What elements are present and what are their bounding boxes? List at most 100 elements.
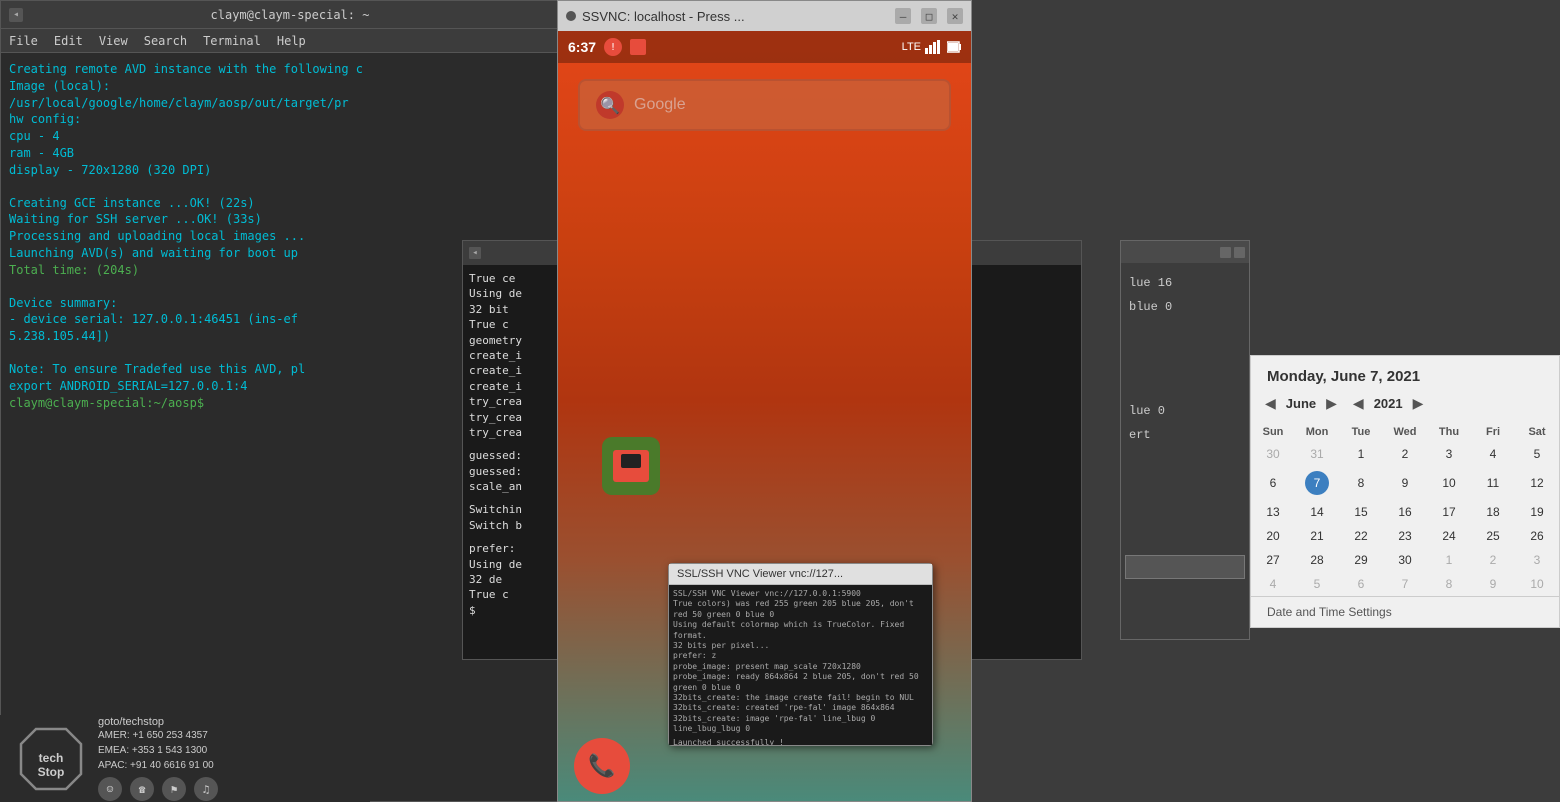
signal-icon xyxy=(925,40,943,54)
cal-day-13[interactable]: 13 xyxy=(1251,500,1295,524)
cal-day-30-prev[interactable]: 30 xyxy=(1251,442,1295,466)
menu-terminal[interactable]: Terminal xyxy=(203,34,261,48)
calendar-year-label: 2021 xyxy=(1374,396,1403,411)
partial-label-5: ert xyxy=(1129,423,1241,447)
svg-text:Stop: Stop xyxy=(38,765,65,779)
techstop-logo: tech Stop xyxy=(16,724,86,794)
calendar-next-year-btn[interactable]: ▶ xyxy=(1407,393,1430,414)
cal-day-25[interactable]: 25 xyxy=(1471,524,1515,548)
cal-day-1-next[interactable]: 1 xyxy=(1427,548,1471,572)
cal-day-21[interactable]: 21 xyxy=(1295,524,1339,548)
calendar-next-month-btn[interactable]: ▶ xyxy=(1320,393,1343,414)
terminal-line-5: cpu - 4 xyxy=(9,128,551,145)
close-btn-left[interactable]: ◂ xyxy=(9,8,23,22)
cal-day-2-next[interactable]: 2 xyxy=(1471,548,1515,572)
popup-line-2: True colors) was red 255 green 205 blue … xyxy=(673,599,928,620)
partial-input-field[interactable] xyxy=(1125,555,1245,579)
menu-edit[interactable]: Edit xyxy=(54,34,83,48)
ssvnc-search-bar[interactable]: 🔍 Google xyxy=(578,79,951,131)
ssvnc-time: 6:37 xyxy=(568,39,596,55)
social-icon-2[interactable]: ☎ xyxy=(130,777,154,801)
ssvnc-minimize-btn[interactable]: — xyxy=(895,8,911,24)
social-icon-3[interactable]: ⚑ xyxy=(162,777,186,801)
popup-thumbnail: SSL/SSH VNC Viewer vnc://127... SSL/SSH … xyxy=(668,563,933,746)
menu-search[interactable]: Search xyxy=(144,34,187,48)
partial-right-maximize[interactable] xyxy=(1220,247,1231,258)
cal-day-26[interactable]: 26 xyxy=(1515,524,1559,548)
app-icon[interactable] xyxy=(602,437,660,495)
cal-day-23[interactable]: 23 xyxy=(1383,524,1427,548)
alarm-icon: ! xyxy=(604,38,622,56)
logo-social-icons: ☺ ☎ ⚑ ♫ xyxy=(98,777,218,801)
menu-help[interactable]: Help xyxy=(277,34,306,48)
popup-title: SSL/SSH VNC Viewer vnc://127... xyxy=(669,564,932,585)
cal-day-22[interactable]: 22 xyxy=(1339,524,1383,548)
cal-header-mon: Mon xyxy=(1295,422,1339,442)
cal-day-27[interactable]: 27 xyxy=(1251,548,1295,572)
cal-day-12[interactable]: 12 xyxy=(1515,466,1559,500)
phone-call-button[interactable]: 📞 xyxy=(574,738,630,794)
cal-day-29[interactable]: 29 xyxy=(1339,548,1383,572)
cal-day-10-next[interactable]: 10 xyxy=(1515,572,1559,596)
partial-right-content: lue 16 blue 0 lue 0 ert xyxy=(1121,263,1249,455)
lte-indicator: LTE xyxy=(902,41,921,53)
cal-day-8[interactable]: 8 xyxy=(1339,466,1383,500)
calendar-week-3: 13 14 15 16 17 18 19 xyxy=(1251,500,1559,524)
cal-day-16[interactable]: 16 xyxy=(1383,500,1427,524)
ssvnc-titlebar: SSVNC: localhost - Press ... — □ ✕ xyxy=(558,1,971,31)
cal-day-19[interactable]: 19 xyxy=(1515,500,1559,524)
cal-day-17[interactable]: 17 xyxy=(1427,500,1471,524)
cal-day-9[interactable]: 9 xyxy=(1383,466,1427,500)
cal-day-30[interactable]: 30 xyxy=(1383,548,1427,572)
cal-day-24[interactable]: 24 xyxy=(1427,524,1471,548)
cal-day-9-next[interactable]: 9 xyxy=(1471,572,1515,596)
logo-contact: AMER: +1 650 253 4357 EMEA: +353 1 543 1… xyxy=(98,728,218,773)
cal-day-14[interactable]: 14 xyxy=(1295,500,1339,524)
calendar-prev-year-btn[interactable]: ◀ xyxy=(1347,393,1370,414)
popup-line-3: Using default colormap which is TrueColo… xyxy=(673,620,928,641)
cal-day-8-next[interactable]: 8 xyxy=(1427,572,1471,596)
cal-day-10[interactable]: 10 xyxy=(1427,466,1471,500)
cal-day-5-next[interactable]: 5 xyxy=(1295,572,1339,596)
cal-day-15[interactable]: 15 xyxy=(1339,500,1383,524)
cal-day-7-next[interactable]: 7 xyxy=(1383,572,1427,596)
record-icon xyxy=(630,39,646,55)
svg-text:tech: tech xyxy=(39,751,64,765)
cal-day-3-next[interactable]: 3 xyxy=(1515,548,1559,572)
ssvnc-window-dot xyxy=(566,11,576,21)
calendar-week-1: 30 31 1 2 3 4 5 xyxy=(1251,442,1559,466)
cal-day-4-next[interactable]: 4 xyxy=(1251,572,1295,596)
popup-line-4: 32 bits per pixel... xyxy=(673,641,928,651)
calendar-month-label: June xyxy=(1286,396,1316,411)
calendar-datetime-settings[interactable]: Date and Time Settings xyxy=(1251,596,1559,627)
terminal-titlebar: ◂ claym@claym-special: ~ xyxy=(1,1,559,29)
cal-day-2[interactable]: 2 xyxy=(1383,442,1427,466)
cal-day-1[interactable]: 1 xyxy=(1339,442,1383,466)
menu-file[interactable]: File xyxy=(9,34,38,48)
ssvnc-maximize-btn[interactable]: □ xyxy=(921,8,937,24)
cal-day-11[interactable]: 11 xyxy=(1471,466,1515,500)
cal-day-20[interactable]: 20 xyxy=(1251,524,1295,548)
cal-day-6-next[interactable]: 6 xyxy=(1339,572,1383,596)
calendar-prev-month-btn[interactable]: ◀ xyxy=(1259,393,1282,414)
cal-day-4[interactable]: 4 xyxy=(1471,442,1515,466)
menu-view[interactable]: View xyxy=(99,34,128,48)
terminal-line-4: hw config: xyxy=(9,111,551,128)
popup-content: SSL/SSH VNC Viewer vnc://127.0.0.1:5900 … xyxy=(669,585,932,745)
social-icon-1[interactable]: ☺ xyxy=(98,777,122,801)
partial-right-window: lue 16 blue 0 lue 0 ert xyxy=(1120,240,1250,640)
social-icon-4[interactable]: ♫ xyxy=(194,777,218,801)
cal-day-28[interactable]: 28 xyxy=(1295,548,1339,572)
calendar-date-header: Monday, June 7, 2021 xyxy=(1251,356,1559,393)
cal-day-31-prev[interactable]: 31 xyxy=(1295,442,1339,466)
cal-day-3[interactable]: 3 xyxy=(1427,442,1471,466)
ssvnc-close-btn[interactable]: ✕ xyxy=(947,8,963,24)
mid-close-btn[interactable]: ◂ xyxy=(469,247,481,259)
calendar-week-2: 6 7 8 9 10 11 12 xyxy=(1251,466,1559,500)
partial-right-close[interactable] xyxy=(1234,247,1245,258)
cal-day-18[interactable]: 18 xyxy=(1471,500,1515,524)
calendar-week-4: 20 21 22 23 24 25 26 xyxy=(1251,524,1559,548)
cal-day-6[interactable]: 6 xyxy=(1251,466,1295,500)
cal-day-7-today[interactable]: 7 xyxy=(1295,466,1339,500)
cal-day-5[interactable]: 5 xyxy=(1515,442,1559,466)
